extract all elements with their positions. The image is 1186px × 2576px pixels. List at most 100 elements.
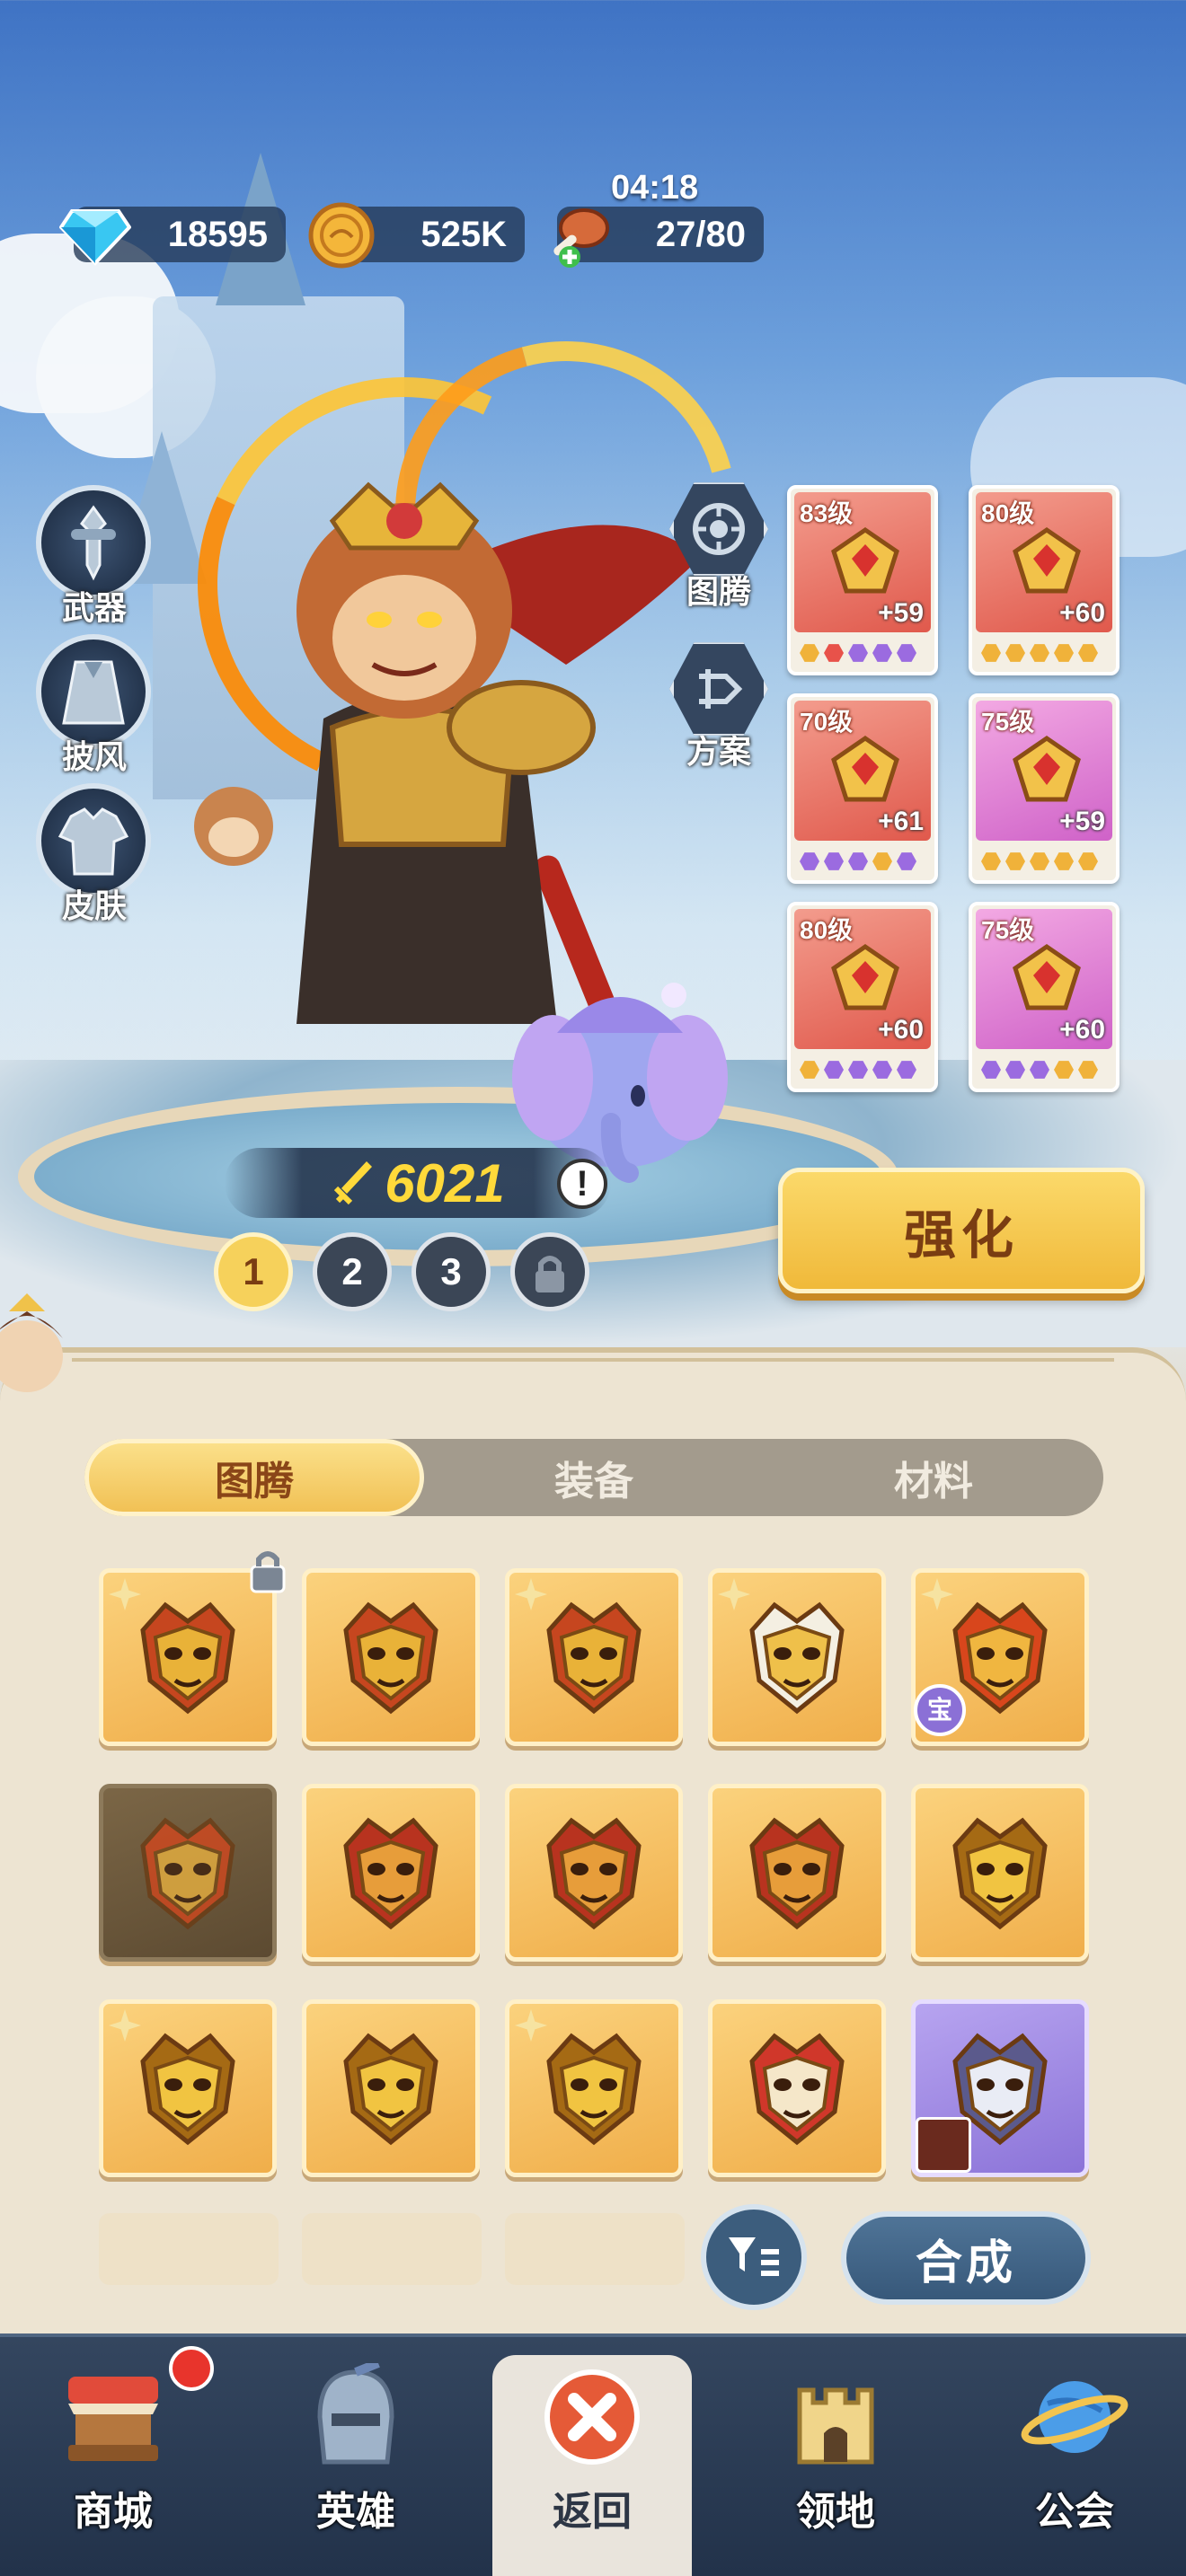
gem-sockets [981,1060,1098,1080]
equipped-hero-avatar [916,2117,971,2173]
equipment-item-icon [1013,943,1081,1010]
gem-socket [981,852,1001,870]
skin-button[interactable]: 皮肤 [36,783,153,927]
horned-mask-icon [140,2033,235,2146]
preset-3[interactable]: 3 [412,1232,491,1311]
equipment-slot[interactable]: 80级 +60 [787,902,938,1092]
nav-guild-label: 公会 [1035,2490,1114,2534]
gem-socket [872,852,892,870]
diamond-icon [58,198,133,273]
totem-slot[interactable] [302,1568,480,1746]
gem-socket [897,1061,916,1079]
preset-1[interactable]: 1 [214,1232,293,1311]
gem-socket [1078,644,1098,662]
gems-counter[interactable]: 18595 [59,207,286,266]
plan-icon [699,669,743,709]
cape-label: 披风 [61,738,127,775]
stamina-counter[interactable]: 27/80 [553,207,764,268]
totem-icon [693,503,745,555]
strengthen-button[interactable]: 强化 [778,1168,1145,1293]
owl-mask-icon [546,1817,642,1930]
plan-button[interactable]: 方案 [665,640,773,772]
nav-back-label: 返回 [553,2490,632,2534]
gem-socket [872,1061,892,1079]
gem-socket [1030,1061,1049,1079]
alert-icon[interactable]: ! [557,1159,607,1209]
nav-shop-label: 商城 [74,2490,153,2534]
totem-row-partial [99,2213,279,2285]
gem-socket [897,852,916,870]
totem-slot[interactable]: 宝 [911,1568,1089,1746]
bull-mask-icon [749,1601,845,1715]
nav-back[interactable]: 返回 [493,2359,691,2536]
gem-socket [1030,852,1049,870]
gem-socket [800,644,819,662]
equipment-slot[interactable]: 83级 +59 [787,485,938,675]
cape-button[interactable]: 披风 [36,634,153,778]
tab-totem[interactable]: 图腾 [84,1439,424,1516]
stamina-timer: 04:18 [611,169,699,207]
preset-2[interactable]: 2 [313,1232,392,1311]
notification-badge [169,2346,214,2391]
totem-slot[interactable] [99,1784,277,1962]
meat-icon [541,198,616,273]
tab-materials[interactable]: 材料 [764,1439,1103,1516]
totem-slot[interactable] [505,1784,683,1962]
nav-heroes-label: 英雄 [316,2490,395,2534]
combat-power: 6021 [225,1148,611,1218]
gem-socket [981,1061,1001,1079]
gem-socket [848,644,868,662]
cat-mask-icon [749,2033,845,2146]
equipment-slot[interactable]: 80级 +60 [969,485,1120,675]
gem-socket [800,852,819,870]
planet-icon [1016,2359,1133,2475]
sword-icon [334,1161,373,1205]
totem-slot[interactable] [708,1568,886,1746]
totem-slot[interactable] [99,1999,277,2177]
equipment-enhance: +59 [878,598,924,628]
cape-icon [62,660,125,725]
equipment-slot[interactable]: 75级 +59 [969,693,1120,884]
weapon-icon [71,505,116,581]
equipment-item-icon [831,943,899,1010]
close-icon [534,2359,651,2475]
totem-slot[interactable] [505,1568,683,1746]
horned-mask-icon [343,2033,438,2146]
weapon-button[interactable]: 武器 [36,485,153,629]
tab-equipment[interactable]: 装备 [424,1439,764,1516]
gem-sockets [800,643,916,663]
gem-socket [848,1061,868,1079]
gem-socket [1078,852,1098,870]
filter-button[interactable] [701,2204,807,2310]
merge-button[interactable]: 合成 [841,2211,1091,2305]
totem-slot[interactable] [911,1999,1089,2177]
gem-socket [1005,852,1025,870]
equipment-slot[interactable]: 75级 +60 [969,902,1120,1092]
totem-slot[interactable] [505,1999,683,2177]
weapon-label: 武器 [61,589,127,626]
gem-sockets [800,851,916,871]
companion-avatar[interactable] [0,1293,72,1419]
totem-slot[interactable] [911,1784,1089,1962]
lock-icon [535,1256,564,1292]
equipment-enhance: +60 [1059,1015,1105,1045]
nav-territory[interactable]: 领地 [737,2359,934,2536]
equipment-enhance: +60 [878,1015,924,1045]
equipment-item-icon [831,735,899,802]
totem-slot[interactable] [302,1999,480,2177]
nav-guild[interactable]: 公会 [976,2359,1173,2536]
gem-sockets [800,1060,916,1080]
equipment-item-icon [1013,526,1081,594]
totem-slot[interactable] [302,1784,480,1962]
gold-counter[interactable]: 525K [308,202,525,269]
equipment-slot[interactable]: 70级 +61 [787,693,938,884]
totem-slot[interactable] [708,1999,886,2177]
phoenix-mask-icon [140,1817,235,1930]
horned-mask-icon [546,2033,642,2146]
preset-locked[interactable] [510,1232,589,1311]
nav-heroes[interactable]: 英雄 [257,2359,455,2536]
gem-sockets [981,643,1098,663]
totem-button[interactable]: 图腾 [665,480,773,613]
lion-mask-icon [546,1601,642,1715]
totem-slot[interactable] [708,1784,886,1962]
